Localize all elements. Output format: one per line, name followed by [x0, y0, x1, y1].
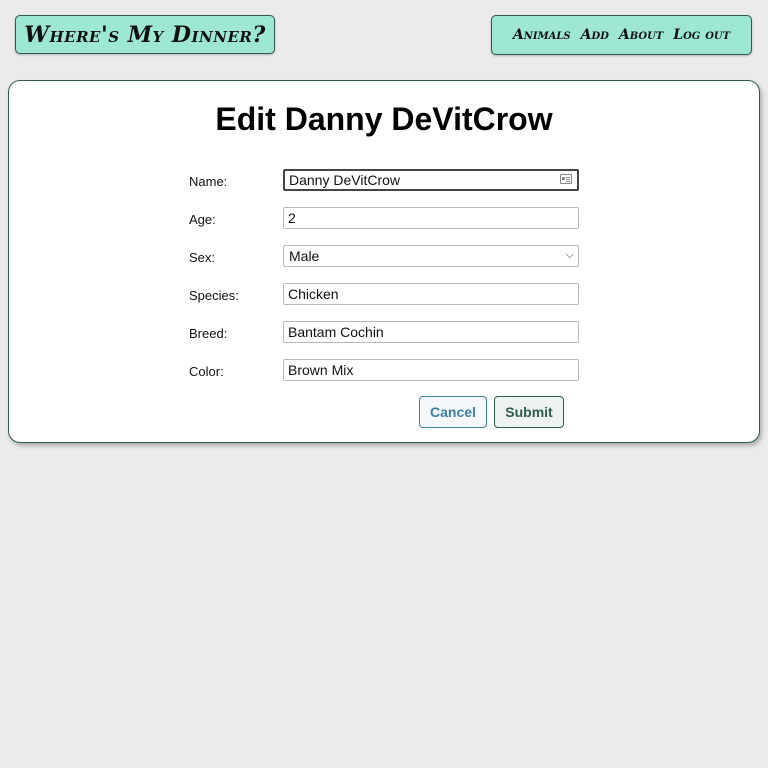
species-input[interactable] — [283, 283, 579, 305]
main-nav: Animals Add About Log out — [491, 15, 752, 55]
breed-label: Breed: — [189, 326, 228, 341]
name-input[interactable] — [283, 169, 579, 191]
color-label: Color: — [189, 364, 224, 379]
sex-select[interactable]: Male — [283, 245, 579, 267]
nav-link-add[interactable]: Add — [581, 27, 609, 43]
age-row: Age: — [189, 207, 579, 229]
sex-row: Sex: Male ⌵ — [189, 245, 579, 267]
name-label: Name: — [189, 174, 228, 189]
breed-input[interactable] — [283, 321, 579, 343]
species-label: Species: — [189, 288, 239, 303]
color-input[interactable] — [283, 359, 579, 381]
sex-label: Sex: — [189, 250, 216, 265]
nav-link-about[interactable]: About — [619, 27, 663, 43]
color-row: Color: — [189, 359, 579, 381]
nav-link-animals[interactable]: Animals — [513, 27, 571, 43]
name-row: Name: — [189, 169, 579, 191]
nav-link-log-out[interactable]: Log out — [673, 27, 730, 43]
age-label: Age: — [189, 212, 216, 227]
autofill-contact-card-icon[interactable] — [560, 174, 572, 184]
submit-button[interactable]: Submit — [494, 396, 564, 428]
edit-animal-card: Edit Danny DeVitCrow Name: Age: Sex: Mal… — [8, 80, 760, 443]
age-input[interactable] — [283, 207, 579, 229]
app-title[interactable]: Where's My Dinner? — [15, 15, 275, 54]
cancel-button[interactable]: Cancel — [419, 396, 487, 428]
species-row: Species: — [189, 283, 579, 305]
breed-row: Breed: — [189, 321, 579, 343]
page-title: Edit Danny DeVitCrow — [215, 101, 553, 137]
